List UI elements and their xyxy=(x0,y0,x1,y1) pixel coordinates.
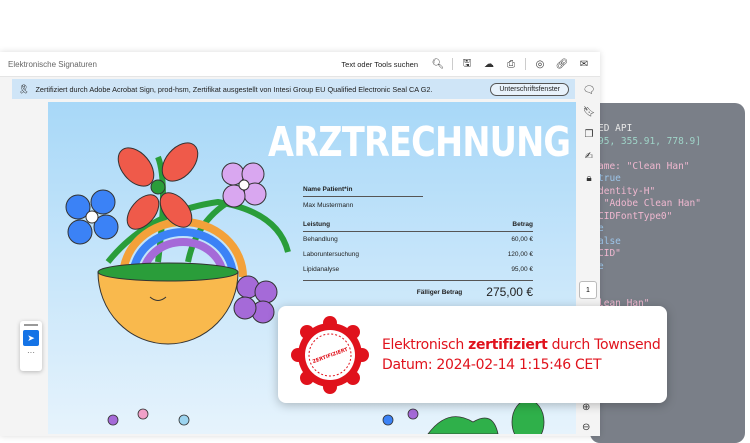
more-tools-icon[interactable]: ··· xyxy=(20,348,42,357)
service-amount: 120,00 € xyxy=(507,251,533,258)
divider xyxy=(525,58,526,70)
table-row: Behandlung 60,00 € xyxy=(303,232,533,247)
share-user-icon[interactable]: ◎ xyxy=(532,56,548,72)
code-line: CIDFontType0" xyxy=(598,210,673,222)
pages-icon[interactable]: ❐ xyxy=(585,123,594,145)
window-title: Elektronische Signaturen xyxy=(8,59,97,69)
link-icon[interactable]: 🔗︎ xyxy=(554,56,570,72)
select-cursor-tool[interactable]: ➤ xyxy=(23,330,39,346)
signature-panel-button[interactable]: Unterschriftsfenster xyxy=(490,82,569,96)
divider xyxy=(452,58,453,70)
code-line: alse xyxy=(598,235,621,247)
col-service: Leistung xyxy=(303,220,331,228)
certificate-ribbon-icon: 🎗︎ xyxy=(18,83,30,94)
due-label: Fälliger Betrag xyxy=(416,288,463,296)
page-number-field[interactable]: 1 xyxy=(579,281,597,299)
banner-text: Zertifiziert durch Adobe Acrobat Sign, p… xyxy=(35,84,433,94)
comment-icon[interactable]: 🗨︎ xyxy=(583,79,596,101)
invoice-table: Name Patient*in Max Mustermann Leistung B… xyxy=(303,186,533,299)
code-line: e xyxy=(598,260,604,272)
certification-banner: 🎗︎ Zertifiziert durch Adobe Acrobat Sign… xyxy=(12,79,575,99)
due-amount: 275,00 € xyxy=(486,285,533,299)
bookmark-icon[interactable]: 🔖︎ xyxy=(583,101,596,123)
code-line: ame: "Clean Han" xyxy=(598,160,690,172)
document-heading: ARZTRECHNUNG xyxy=(268,118,571,166)
print-icon[interactable]: ⎙ xyxy=(503,56,519,72)
sign-icon[interactable]: ✍︎ xyxy=(585,145,593,167)
code-line: 95, 355.91, 778.9] xyxy=(598,135,701,147)
certification-line-1: Elektronisch zertifiziert durch Townsend xyxy=(382,336,661,353)
code-line: "Adobe Clean Han" xyxy=(598,198,701,209)
total-row: Fälliger Betrag 275,00 € xyxy=(303,280,533,299)
service-name: Behandlung xyxy=(303,236,338,243)
search-icon[interactable]: 🔍︎ xyxy=(430,56,446,72)
certification-date: Datum: 2024-02-14 1:15:46 CET xyxy=(382,356,602,373)
code-line: CID" xyxy=(598,248,621,259)
title-bar: Elektronische Signaturen Text oder Tools… xyxy=(0,52,600,77)
service-name: Laboruntersuchung xyxy=(303,251,360,258)
code-line: ED API xyxy=(598,123,633,134)
zoom-in-icon[interactable]: ⊕ xyxy=(582,402,590,413)
patient-label: Name Patient*in xyxy=(303,186,423,197)
service-name: Lipidanalyse xyxy=(303,266,340,273)
upload-cloud-icon[interactable]: ☁ xyxy=(481,56,497,72)
service-amount: 60,00 € xyxy=(511,236,533,243)
col-amount: Betrag xyxy=(512,220,533,228)
code-line: true xyxy=(598,173,621,184)
lock-icon[interactable]: 🔒︎ xyxy=(586,167,591,189)
certification-popup: ZERTIFIZIERT Elektronisch zertifiziert d… xyxy=(278,306,667,403)
certification-text: Elektronisch zertifiziert durch Townsend… xyxy=(382,335,661,375)
table-row: Laboruntersuchung 120,00 € xyxy=(303,247,533,262)
search-label[interactable]: Text oder Tools suchen xyxy=(341,60,418,69)
right-toolbar: 🗨︎ 🔖︎ ❐ ✍︎ 🔒︎ xyxy=(578,79,600,189)
code-line: e xyxy=(598,223,604,234)
table-header: Leistung Betrag xyxy=(303,217,533,232)
zoom-out-icon[interactable]: ⊖ xyxy=(582,422,590,433)
left-floating-toolbar: ➤ ··· xyxy=(20,321,42,371)
code-line: dentity-H" xyxy=(598,185,656,197)
patient-name: Max Mustermann xyxy=(303,202,354,209)
mail-icon[interactable]: ✉ xyxy=(576,56,592,72)
service-amount: 95,00 € xyxy=(511,266,533,273)
certified-seal-icon: ZERTIFIZIERT xyxy=(291,315,369,394)
save-icon[interactable]: 🖫 xyxy=(459,56,475,72)
table-row: Lipidanalyse 95,00 € xyxy=(303,262,533,277)
